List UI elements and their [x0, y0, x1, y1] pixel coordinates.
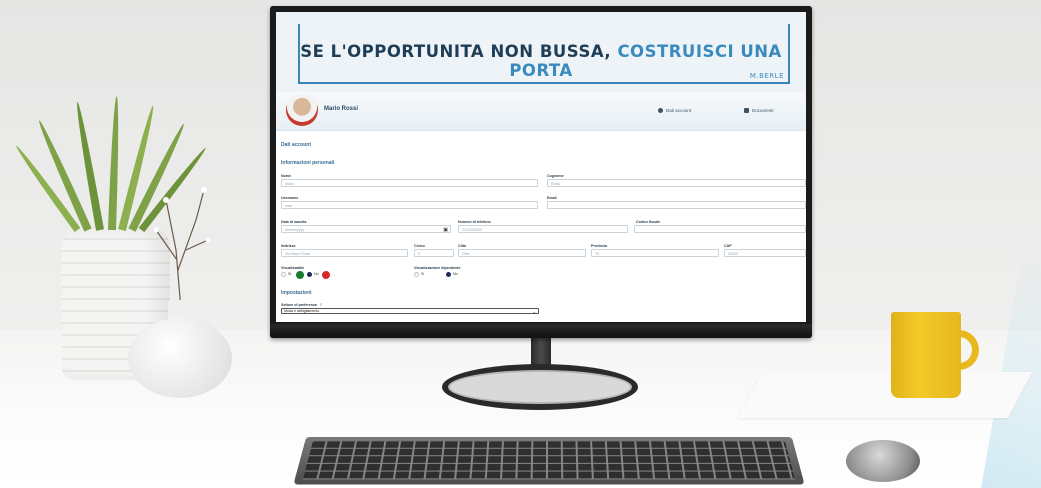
visualizzabile-si-label: Sì	[288, 272, 292, 276]
keyboard-rows	[302, 441, 796, 480]
visualizzabile-si-radio[interactable]	[281, 272, 286, 277]
data-nascita-input[interactable]: dd/mm/yyyy ▣	[281, 225, 451, 233]
label-indirizzo: Indirizzo	[281, 244, 296, 248]
visualizzabile-no-label: No	[314, 272, 319, 276]
nav-documenti[interactable]: Documenti	[744, 108, 774, 113]
cap-input[interactable]: 00000	[724, 249, 806, 257]
label-citta: Città	[458, 244, 466, 248]
chevron-down-icon: ⌄	[532, 309, 536, 314]
username-input[interactable]: mari	[281, 201, 538, 209]
document-icon	[744, 108, 749, 113]
label-settore: Settore di preferenza ?	[281, 303, 322, 307]
codice-fiscale-input[interactable]	[634, 225, 806, 233]
label-civico: Civico	[414, 244, 425, 248]
dipendente-no-radio[interactable]	[446, 272, 451, 277]
citta-input[interactable]: Città	[458, 249, 586, 257]
profile-header: Mario Rossi Dati account Documenti	[276, 92, 806, 131]
data-nascita-value: dd/mm/yyyy	[285, 228, 305, 232]
monitor-bezel	[270, 324, 812, 338]
dipendente-si-radio[interactable]	[414, 272, 419, 277]
monitor-stand-base	[442, 364, 638, 410]
quote-banner: SE L'OPPORTUNITA NON BUSSA, COSTRUISCI U…	[276, 12, 806, 92]
label-telefono: Numero di telefono	[458, 220, 491, 224]
visualizzabile-no-radio[interactable]	[307, 272, 312, 277]
settore-value: Moda e abbigliamento	[284, 309, 320, 313]
label-visualizzabile: Visualizzabile	[281, 266, 305, 270]
paper-sheets	[737, 372, 1033, 418]
label-codice-fiscale: Codice fiscale	[636, 220, 661, 224]
mouse	[846, 440, 920, 482]
label-visualizzazione-dipendente: Visualizzazione dipendente	[414, 266, 461, 270]
avatar[interactable]	[286, 94, 318, 126]
provincia-input[interactable]: TE	[591, 249, 719, 257]
email-input[interactable]	[547, 201, 806, 209]
settore-select[interactable]: Moda e abbigliamento ⌄	[281, 308, 539, 314]
telefono-input[interactable]: 3470000000	[458, 225, 628, 233]
label-data-nascita: Data di nascita	[281, 220, 307, 224]
quote-author: M.BERLE	[749, 72, 784, 80]
screen: SE L'OPPORTUNITA NON BUSSA, COSTRUISCI U…	[276, 12, 806, 322]
account-form: Dati account Informazioni personali Nome…	[276, 132, 806, 322]
section-impostazioni: Impostazioni	[281, 290, 312, 296]
section-informazioni-personali: Informazioni personali	[281, 160, 335, 166]
civico-input[interactable]: 0	[414, 249, 454, 257]
dipendente-no-label: No	[453, 272, 458, 276]
indirizzo-input[interactable]: Via Mario Rossi	[281, 249, 408, 257]
nome-input[interactable]: Mario	[281, 179, 538, 187]
cognome-input[interactable]: Rossi	[547, 179, 806, 187]
label-username: Username	[281, 196, 299, 200]
label-cap: CAP	[724, 244, 732, 248]
label-provincia: Provincia	[591, 244, 608, 248]
dipendente-si-label: Sì	[421, 272, 425, 276]
yellow-mug	[891, 312, 961, 398]
monitor: SE L'OPPORTUNITA NON BUSSA, COSTRUISCI U…	[270, 6, 812, 338]
nav-label: Dati account	[666, 108, 692, 113]
settore-label-text: Settore di preferenza	[281, 303, 317, 307]
quote-main: SE L'OPPORTUNITA NON BUSSA,	[300, 42, 612, 61]
red-status-dot	[322, 271, 330, 279]
section-dati-account: Dati account	[281, 142, 312, 148]
quote-text: SE L'OPPORTUNITA NON BUSSA, COSTRUISCI U…	[276, 42, 806, 80]
green-status-dot	[296, 271, 304, 279]
label-nome: Nome	[281, 174, 291, 178]
username: Mario Rossi	[324, 106, 359, 112]
user-icon	[658, 108, 663, 113]
nav-dati-account[interactable]: Dati account	[658, 108, 691, 113]
nav-label: Documenti	[752, 108, 774, 113]
label-email: Email	[547, 196, 557, 200]
white-vase	[128, 318, 232, 398]
keyboard	[293, 436, 805, 485]
label-cognome: Cognome	[547, 174, 564, 178]
twig-branches	[153, 187, 211, 310]
help-icon[interactable]: ?	[320, 303, 322, 307]
calendar-icon[interactable]: ▣	[443, 226, 448, 232]
